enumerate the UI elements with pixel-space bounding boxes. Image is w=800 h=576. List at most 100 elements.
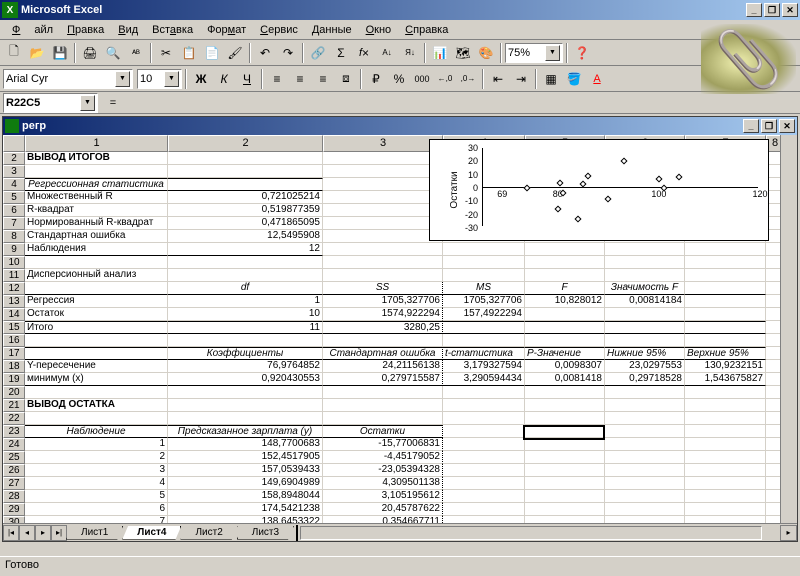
cell[interactable]: 23,0297553	[605, 360, 685, 373]
cell[interactable]: 0,00814184	[605, 295, 685, 308]
row-header[interactable]: 7	[3, 217, 25, 230]
cell[interactable]: 0,721025214	[168, 191, 323, 204]
cell[interactable]: 3	[25, 464, 168, 477]
cell[interactable]: -4,45179052	[323, 451, 443, 464]
cell[interactable]	[605, 490, 685, 503]
cell[interactable]	[685, 321, 766, 334]
cell[interactable]: 0,29718528	[605, 373, 685, 386]
cell[interactable]: 157,0539433	[168, 464, 323, 477]
cell[interactable]	[443, 464, 525, 477]
office-assistant[interactable]	[701, 24, 796, 94]
cell[interactable]: 174,5421238	[168, 503, 323, 516]
row-header[interactable]: 15	[3, 321, 25, 334]
cell[interactable]: Значимость F	[605, 282, 685, 295]
cell[interactable]	[685, 256, 766, 269]
cell[interactable]: 0,471865095	[168, 217, 323, 230]
cell[interactable]	[323, 230, 443, 243]
paste-button[interactable]: 📄	[201, 42, 223, 64]
cell[interactable]	[605, 516, 685, 523]
help-button[interactable]: ❓	[571, 42, 593, 64]
row-header[interactable]: 23	[3, 425, 25, 438]
format-painter-button[interactable]: 🖌	[224, 42, 246, 64]
cell[interactable]	[605, 412, 685, 425]
cell[interactable]: 3,105195612	[323, 490, 443, 503]
cell[interactable]	[685, 516, 766, 523]
cell[interactable]	[685, 412, 766, 425]
autosum-button[interactable]: Σ	[330, 42, 352, 64]
row-header[interactable]: 8	[3, 230, 25, 243]
row-header[interactable]: 5	[3, 191, 25, 204]
cell[interactable]: P-Значение	[525, 347, 605, 360]
cell[interactable]	[443, 243, 525, 256]
cell[interactable]: 12	[168, 243, 323, 256]
cell[interactable]: 1,543675827	[685, 373, 766, 386]
cell[interactable]: 10,828012	[525, 295, 605, 308]
cell[interactable]: Y-пересечение	[25, 360, 168, 373]
function-button[interactable]: f×	[353, 42, 375, 64]
cell[interactable]	[525, 321, 605, 334]
cell[interactable]	[685, 451, 766, 464]
open-button[interactable]: 📂	[26, 42, 48, 64]
cell[interactable]	[443, 256, 525, 269]
row-header[interactable]: 6	[3, 204, 25, 217]
cell[interactable]	[443, 451, 525, 464]
cell[interactable]: 138,6453322	[168, 516, 323, 523]
map-button[interactable]: 🗺	[452, 42, 474, 64]
menu-format[interactable]: Формат	[200, 22, 253, 38]
font-color-button[interactable]: A	[586, 68, 608, 90]
cell[interactable]: ВЫВОД ИТОГОВ	[25, 152, 168, 165]
cell[interactable]: 149,6904989	[168, 477, 323, 490]
cell[interactable]	[168, 165, 323, 178]
cell[interactable]	[25, 412, 168, 425]
select-all-corner[interactable]	[3, 135, 25, 152]
cell[interactable]	[443, 503, 525, 516]
cell[interactable]	[323, 204, 443, 217]
cell[interactable]: 0,279715587	[323, 373, 443, 386]
col-header[interactable]: 2	[168, 135, 323, 152]
cell[interactable]: 0,920430553	[168, 373, 323, 386]
cell[interactable]	[605, 464, 685, 477]
cell[interactable]: Нормированный R-квадрат	[25, 217, 168, 230]
row-header[interactable]: 12	[3, 282, 25, 295]
cell[interactable]	[605, 321, 685, 334]
cell[interactable]: 1705,327706	[443, 295, 525, 308]
cell[interactable]	[323, 217, 443, 230]
cell[interactable]	[443, 490, 525, 503]
name-box[interactable]: R22C5▼	[3, 93, 98, 113]
cell[interactable]: 130,9232151	[685, 360, 766, 373]
row-header[interactable]: 4	[3, 178, 25, 191]
cell[interactable]: 1705,327706	[323, 295, 443, 308]
minimize-button[interactable]: _	[746, 3, 762, 17]
col-header[interactable]: 1	[25, 135, 168, 152]
cell[interactable]	[323, 386, 443, 399]
cell[interactable]	[685, 308, 766, 321]
cell[interactable]	[525, 438, 605, 451]
cell[interactable]	[168, 386, 323, 399]
cell[interactable]: 0,519877359	[168, 204, 323, 217]
cell[interactable]: 2	[25, 451, 168, 464]
row-header[interactable]: 14	[3, 308, 25, 321]
vertical-scrollbar[interactable]	[780, 135, 797, 523]
menu-insert[interactable]: Вставка	[145, 22, 200, 38]
cell[interactable]: 76,9764852	[168, 360, 323, 373]
cell[interactable]	[605, 308, 685, 321]
formula-equals[interactable]: =	[104, 97, 122, 109]
cell[interactable]	[605, 477, 685, 490]
tab-nav-next[interactable]: ▸	[35, 525, 51, 541]
cell[interactable]: Итого	[25, 321, 168, 334]
cell[interactable]	[323, 178, 443, 191]
cell[interactable]	[443, 334, 525, 347]
fill-color-button[interactable]: 🪣	[563, 68, 585, 90]
cell[interactable]	[443, 386, 525, 399]
cell[interactable]	[323, 256, 443, 269]
tab-nav-last[interactable]: ▸|	[51, 525, 67, 541]
cell[interactable]: Наблюдение	[25, 425, 168, 438]
increase-indent-button[interactable]: ⇥	[510, 68, 532, 90]
cell[interactable]	[685, 425, 766, 438]
cell[interactable]	[443, 269, 525, 282]
cell[interactable]	[25, 282, 168, 295]
increase-decimal-button[interactable]: ←,0	[434, 68, 456, 90]
sheet-tab[interactable]: Лист2	[180, 526, 237, 540]
row-header[interactable]: 18	[3, 360, 25, 373]
redo-button[interactable]: ↷	[277, 42, 299, 64]
